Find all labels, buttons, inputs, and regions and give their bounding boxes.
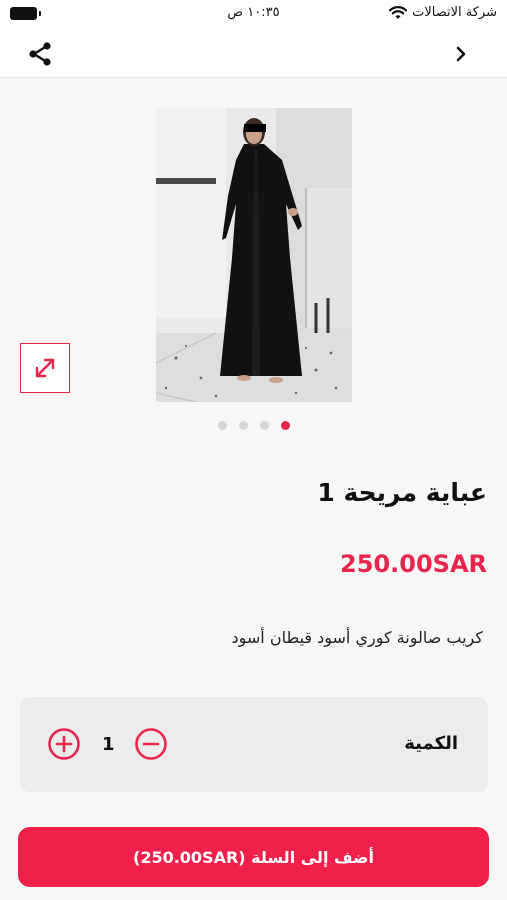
back-button[interactable] <box>449 42 473 66</box>
product-title: عباية مريحة 1 <box>317 478 487 507</box>
nav-bar <box>0 30 507 78</box>
product-description: كريب صالونة كوري أسود قيطان أسود <box>231 628 483 647</box>
quantity-increase-button[interactable] <box>47 727 81 761</box>
image-pagination <box>0 421 507 431</box>
add-to-cart-label: أضف إلى السلة (250.00SAR) <box>133 847 374 867</box>
carrier-name: شركة الاتصالات <box>412 5 497 20</box>
wifi-icon <box>389 6 407 19</box>
expand-icon <box>35 358 55 378</box>
product-photo <box>156 108 352 402</box>
status-bar: ١٠:٣٥ ص شركة الاتصالات <box>0 0 507 30</box>
quantity-label: الكمية <box>404 733 458 754</box>
expand-image-button[interactable] <box>20 343 70 393</box>
quantity-value: 1 <box>102 734 115 755</box>
quantity-decrease-button[interactable] <box>134 727 168 761</box>
pagination-dot[interactable] <box>238 421 248 430</box>
pagination-dot[interactable] <box>259 421 269 430</box>
product-price: 250.00SAR <box>340 550 487 578</box>
share-button[interactable] <box>26 40 54 68</box>
product-image[interactable] <box>156 108 352 402</box>
pagination-dot[interactable] <box>217 421 227 430</box>
plus-circle-icon <box>48 728 80 760</box>
quantity-card: الكمية 1 <box>20 697 488 792</box>
chevron-right-icon <box>456 46 466 62</box>
add-to-cart-button[interactable]: أضف إلى السلة (250.00SAR) <box>18 827 489 887</box>
pagination-dot[interactable] <box>280 421 290 430</box>
minus-circle-icon <box>135 728 167 760</box>
share-icon <box>29 42 51 66</box>
